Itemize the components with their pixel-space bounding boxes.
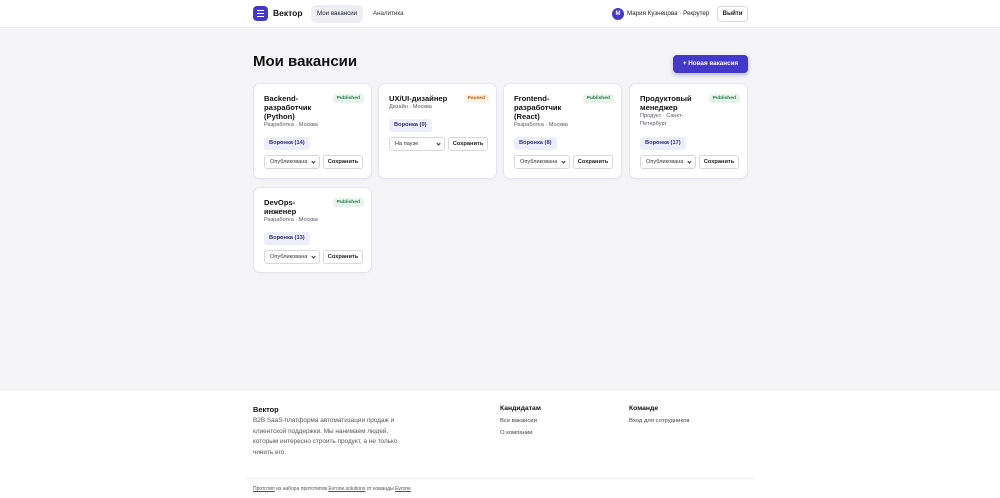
top-navbar: Вектор Мои вакансии Аналитика М Мария Ку… — [0, 0, 1000, 28]
vacancy-card: Frontend-разработчик (React) Published Р… — [503, 83, 622, 179]
chevron-down-icon — [311, 159, 316, 164]
footer-brand: Вектор — [253, 405, 279, 414]
save-button[interactable]: Сохранить — [323, 155, 363, 169]
status-select[interactable]: Опубликована — [264, 250, 320, 264]
footer-credits: Прототип из набора прототипов Evrone.sol… — [253, 486, 411, 492]
save-button[interactable]: Сохранить — [573, 155, 613, 169]
evrone-link[interactable]: Evrone — [395, 486, 411, 492]
status-select[interactable]: На паузе — [389, 137, 445, 151]
save-button[interactable]: Сохранить — [699, 155, 739, 169]
vacancy-title[interactable]: DevOps-инженер — [264, 198, 326, 216]
credits-text: из набора прототипов — [274, 486, 329, 492]
funnel-button[interactable]: Воронка (8) — [514, 137, 557, 150]
status-badge: Published — [332, 94, 364, 103]
status-select-value: Опубликована — [646, 159, 684, 165]
funnel-button[interactable]: Воронка (17) — [640, 137, 686, 150]
funnel-button[interactable]: Воронка (0) — [389, 119, 432, 132]
user-name: Мария Кузнецова · Рекрутер — [627, 10, 710, 17]
status-badge: Published — [332, 198, 364, 207]
status-select-value: На паузе — [395, 141, 419, 147]
vacancy-meta: Разработка · Москва — [264, 122, 318, 128]
status-select[interactable]: Опубликована — [640, 155, 696, 169]
vacancy-title[interactable]: Продуктовый менеджер — [640, 94, 702, 112]
logo-icon[interactable] — [253, 6, 268, 21]
status-select-value: Опубликована — [520, 159, 558, 165]
prototype-link[interactable]: Прототип — [253, 486, 275, 492]
new-vacancy-button[interactable]: + Новая вакансия — [673, 55, 748, 73]
vacancy-meta: Дизайн · Москва — [389, 104, 432, 110]
funnel-button[interactable]: Воронка (13) — [264, 232, 310, 245]
chevron-down-icon — [436, 141, 441, 146]
funnel-button[interactable]: Воронка (14) — [264, 137, 310, 150]
logout-button[interactable]: Выйти — [717, 6, 748, 22]
vacancy-title[interactable]: Backend-разработчик (Python) — [264, 94, 326, 121]
status-badge: Paused — [463, 94, 489, 103]
status-badge: Published — [708, 94, 740, 103]
status-badge: Published — [582, 94, 614, 103]
vacancy-card: DevOps-инженер Published Разработка · Мо… — [253, 187, 372, 273]
status-select[interactable]: Опубликована — [514, 155, 570, 169]
footer-description: B2B SaaS-платформа автоматизации продаж … — [253, 417, 398, 456]
status-select-value: Опубликована — [270, 159, 308, 165]
footer-candidates-title: Кандидатам — [500, 405, 541, 412]
vacancy-card: UX/UI-дизайнер Paused Дизайн · Москва Во… — [378, 83, 497, 179]
chevron-down-icon — [561, 159, 566, 164]
footer-link-staff-login[interactable]: Вход для сотрудников — [629, 418, 690, 424]
chevron-down-icon — [687, 159, 692, 164]
footer-divider — [245, 478, 755, 479]
vacancy-meta: Разработка · Москва — [264, 217, 318, 223]
status-select[interactable]: Опубликована — [264, 155, 320, 169]
footer-link-about[interactable]: О компании — [500, 430, 533, 436]
footer-link-all-vacancies[interactable]: Все вакансии — [500, 418, 537, 424]
evrone-solutions-link[interactable]: Evrone.solutions — [328, 486, 365, 492]
footer: Вектор B2B SaaS-платформа автоматизации … — [0, 389, 1000, 498]
vacancy-meta: Продукт · Санкт-Петербург — [640, 113, 684, 127]
nav-my-vacancies[interactable]: Мои вакансии — [311, 5, 364, 23]
vacancy-meta: Разработка · Москва — [514, 122, 568, 128]
status-select-value: Опубликована — [270, 254, 308, 260]
chevron-down-icon — [311, 254, 316, 259]
save-button[interactable]: Сохранить — [323, 250, 363, 264]
nav-analytics[interactable]: Аналитика — [367, 5, 410, 23]
footer-team-title: Команде — [629, 405, 659, 412]
page-title: Мои вакансии — [253, 53, 358, 70]
vacancy-card: Backend-разработчик (Python) Published Р… — [253, 83, 372, 179]
brand-name[interactable]: Вектор — [273, 8, 303, 18]
save-button[interactable]: Сохранить — [448, 137, 488, 151]
credits-connector: от команды — [365, 486, 396, 492]
avatar: М — [612, 8, 624, 20]
vacancy-title[interactable]: Frontend-разработчик (React) — [514, 94, 576, 121]
vacancy-card: Продуктовый менеджер Published Продукт ·… — [629, 83, 748, 179]
vacancy-title[interactable]: UX/UI-дизайнер — [389, 94, 464, 103]
